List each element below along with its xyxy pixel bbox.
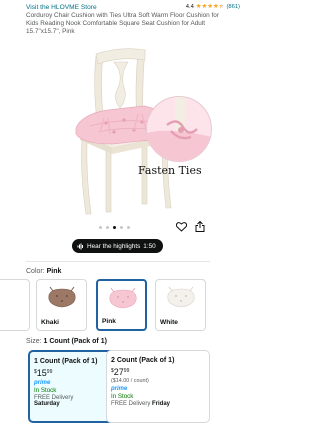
selected-size: 1 Count (Pack of 1) [43,338,107,345]
rating-count[interactable]: (861) [226,4,240,10]
price-fraction: 99 [46,369,53,375]
swatch-image [167,286,195,308]
color-swatch-white[interactable]: White [155,279,206,331]
heart-icon[interactable] [176,222,187,232]
product-image-gallery[interactable]: Fasten Ties [20,44,230,220]
pager-dot[interactable] [120,226,123,229]
highlights-duration: 1:50 [143,242,156,250]
pager-dot[interactable] [99,226,102,229]
price-fraction: 99 [123,368,130,374]
image-pager-dots[interactable] [99,226,130,229]
color-swatch-khaki[interactable]: Khaki [36,279,87,331]
pager-dot[interactable] [106,226,109,229]
product-title: Corduroy Chair Cushion with Ties Ultra S… [26,12,219,35]
pager-dot[interactable] [127,226,130,229]
store-link[interactable]: Visit the HLOVME Store [26,4,97,11]
swatch-label: White [160,319,178,326]
prime-badge-icon: prime [111,386,128,392]
color-swatch-pink[interactable]: Pink [96,279,147,331]
highlights-label: Hear the highlights [87,242,141,250]
section-divider [26,261,210,262]
selected-color: Pink [46,268,62,275]
share-icon[interactable] [195,221,205,232]
swatch-image [48,286,76,308]
delivery-day: Saturday [34,401,60,407]
star-rating-icon: ★★★★★★★★★★ [195,3,225,10]
tie-detail-zoom [146,96,212,162]
product-header: Visit the HLOVME Store 4.4 ★★★★★★★★★★ (8… [0,0,250,44]
swatch-label: Pink [102,318,116,325]
rating-value: 4.4 [185,4,194,11]
hear-highlights-button[interactable]: Hear the highlights 1:50 [72,239,163,253]
delivery-prefix: FREE Delivery [111,401,151,407]
size-label-text: Size: [26,338,42,345]
delivery-info: FREE Delivery Friday [111,401,205,407]
color-label-text: Color: [26,268,45,275]
stock-status: In Stock [111,393,134,400]
size-label: Size: 1 Count (Pack of 1) [26,338,107,345]
unit-price: ($14.00 / count) [111,378,149,384]
delivery-day: Friday [152,401,171,407]
audio-wave-icon [77,243,83,249]
price-whole: 27 [113,367,124,377]
image-caption: Fasten Ties [138,164,202,177]
size-option-name: 2 Count (Pack of 1) [111,357,175,364]
swatch-image [109,287,137,309]
size-option-price: $ 27 99 [111,368,205,377]
rating-summary[interactable]: 4.4 ★★★★★★★★★★ (861) [185,3,240,11]
price-whole: 15 [36,368,47,378]
color-swatch-partial[interactable] [0,279,30,331]
pager-dot-active[interactable] [113,226,116,229]
swatch-label: Khaki [41,319,59,326]
color-label: Color: Pink [26,268,61,275]
size-option-2-count[interactable]: 2 Count (Pack of 1) $ 27 99 ($14.00 / co… [106,350,210,423]
